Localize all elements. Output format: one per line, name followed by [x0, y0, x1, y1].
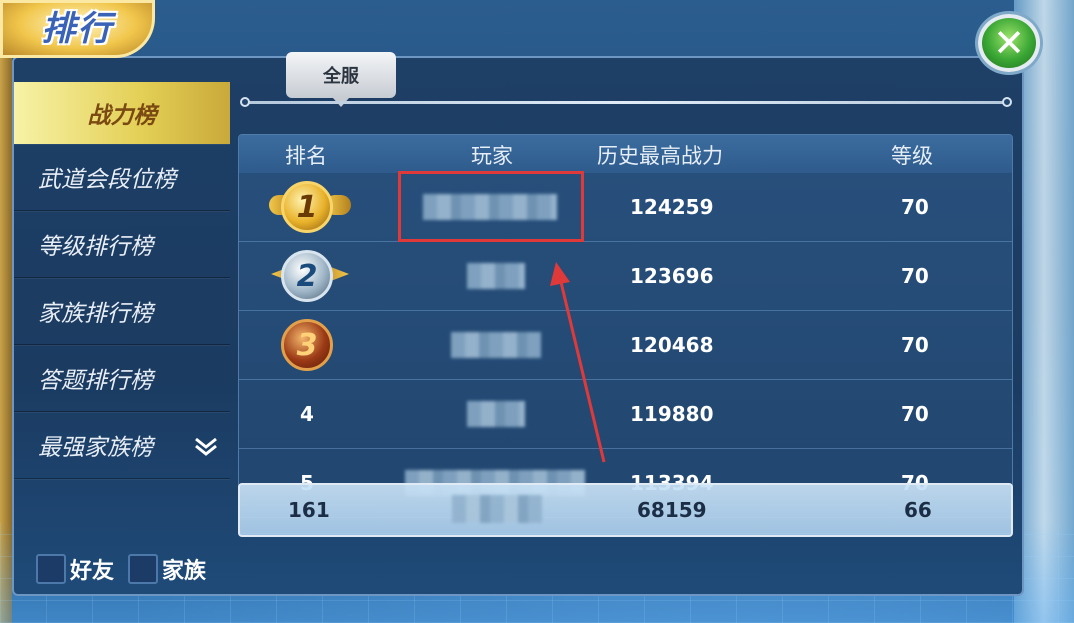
player-name-blurred — [451, 332, 541, 358]
silver-medal-icon: 2 — [281, 250, 333, 302]
filter-family[interactable]: 家族 — [128, 553, 206, 585]
sidebar-item-label: 武道会段位榜 — [38, 167, 176, 193]
power-value: 119880 — [630, 402, 714, 426]
power-value: 120468 — [630, 333, 714, 357]
highlight-box — [398, 171, 584, 242]
header-max-power: 历史最高战力 — [597, 144, 723, 168]
friends-label: 好友 — [70, 559, 115, 584]
chevron-down-icon[interactable] — [194, 436, 218, 456]
my-power-value: 68159 — [637, 498, 707, 522]
ranking-table: 排名 玩家 历史最高战力 等级 1 124259 70 2 123696 70 … — [238, 134, 1013, 534]
sidebar-item-level-rank[interactable]: 等级排行榜 — [14, 211, 230, 278]
power-value: 124259 — [630, 195, 714, 219]
sidebar: 战力榜 武道会段位榜 等级排行榜 家族排行榜 答题排行榜 最强家族榜 — [14, 82, 230, 479]
level-value: 70 — [901, 195, 929, 219]
rank-number: 4 — [300, 402, 314, 426]
sidebar-item-budokai-rank[interactable]: 武道会段位榜 — [14, 144, 230, 211]
level-value: 70 — [901, 264, 929, 288]
gold-medal-icon: 1 — [281, 181, 333, 233]
family-checkbox[interactable] — [128, 554, 158, 584]
sidebar-item-label: 最强家族榜 — [38, 435, 153, 461]
level-value: 70 — [901, 402, 929, 426]
sidebar-item-label: 答题排行榜 — [38, 368, 153, 394]
bronze-medal-icon: 3 — [281, 319, 333, 371]
level-value: 70 — [901, 333, 929, 357]
my-level-value: 66 — [904, 498, 932, 522]
player-name-blurred — [467, 263, 525, 289]
header-level: 等级 — [891, 144, 933, 168]
rail-dot-right — [1002, 97, 1012, 107]
family-label: 家族 — [162, 559, 207, 584]
close-x-icon: ✕ — [993, 21, 1025, 65]
sidebar-item-family-rank[interactable]: 家族排行榜 — [14, 278, 230, 345]
friends-checkbox[interactable] — [36, 554, 66, 584]
header-player: 玩家 — [471, 144, 513, 168]
my-rank-number: 161 — [288, 498, 330, 522]
rank-number: 3 — [296, 327, 318, 363]
sidebar-item-strongest-family[interactable]: 最强家族榜 — [14, 412, 230, 479]
player-name-blurred — [452, 495, 542, 523]
tab-all-servers[interactable]: 全服 — [286, 52, 396, 107]
sidebar-item-quiz-rank[interactable]: 答题排行榜 — [14, 345, 230, 412]
tab-label: 全服 — [323, 66, 359, 87]
table-row[interactable]: 1 124259 70 — [239, 173, 1012, 242]
power-value: 123696 — [630, 264, 714, 288]
filter-friends[interactable]: 好友 — [36, 553, 114, 585]
rail-dot-left — [240, 97, 250, 107]
sidebar-item-label: 等级排行榜 — [38, 234, 153, 260]
table-row[interactable]: 3 120468 70 — [239, 311, 1012, 380]
table-row[interactable]: 4 119880 70 — [239, 380, 1012, 449]
sidebar-item-label: 战力榜 — [87, 103, 157, 129]
page-title: 排行 — [41, 8, 114, 49]
header-rank: 排名 — [285, 144, 327, 168]
my-rank-row: 161 68159 66 — [238, 483, 1013, 537]
rank-number: 1 — [296, 189, 318, 225]
rank-number: 2 — [296, 258, 318, 294]
sidebar-item-label: 家族排行榜 — [38, 301, 153, 327]
tab-rail — [244, 101, 1008, 104]
player-name-blurred — [467, 401, 525, 427]
title-badge: 排行 — [0, 0, 155, 58]
table-header: 排名 玩家 历史最高战力 等级 — [239, 135, 1012, 173]
sidebar-item-power[interactable]: 战力榜 — [14, 82, 230, 144]
table-row[interactable]: 2 123696 70 — [239, 242, 1012, 311]
close-button[interactable]: ✕ — [978, 14, 1040, 72]
